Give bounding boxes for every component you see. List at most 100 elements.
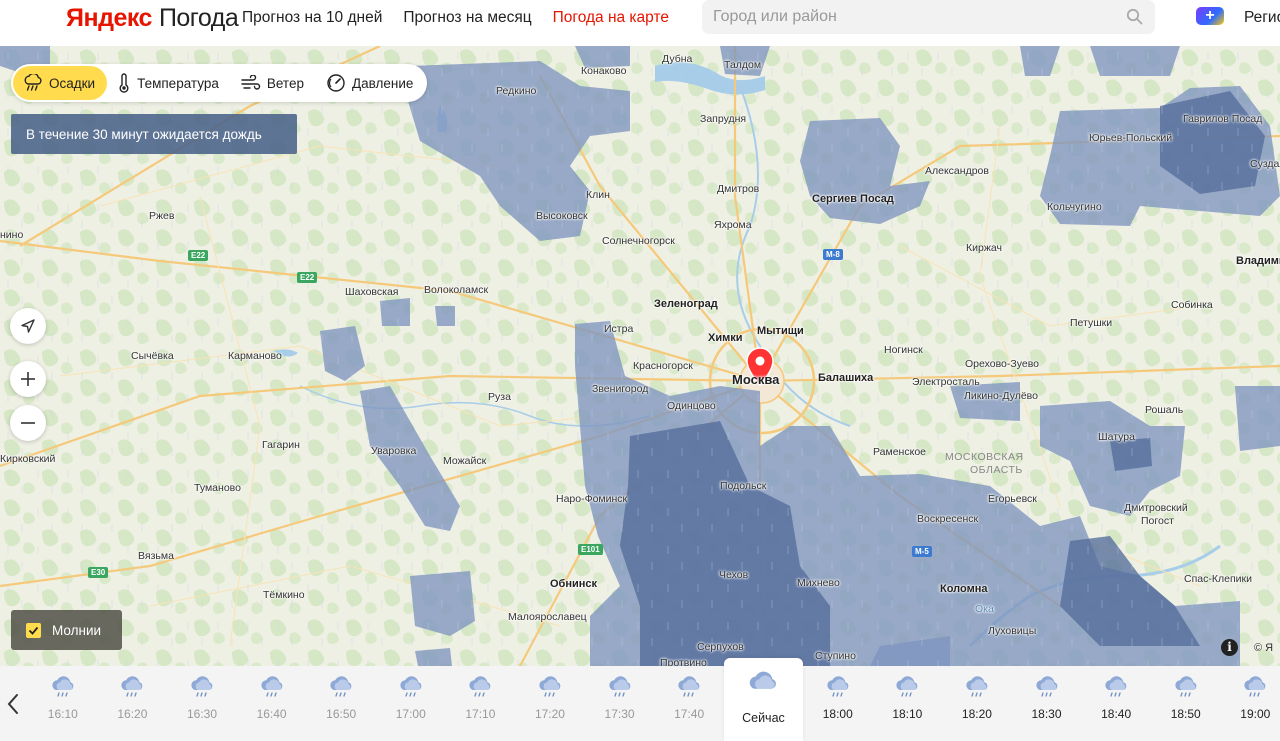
nav-10-days[interactable]: Прогноз на 10 дней xyxy=(242,9,382,27)
timeline-time: 18:00 xyxy=(822,707,853,721)
layer-tab-label: Ветер xyxy=(266,75,304,91)
weather-map[interactable]: Дубна Конаково Талдом Редкино Запрудня К… xyxy=(0,46,1280,666)
map-label: Запрудня xyxy=(700,113,747,125)
zoom-out-button[interactable] xyxy=(10,405,46,441)
map-label: Гаврилов Посад xyxy=(1183,113,1263,125)
map-label: Малоярославец xyxy=(508,611,587,623)
timeline-item[interactable]: 18:50 xyxy=(1151,666,1221,741)
map-label: Александров xyxy=(925,165,989,177)
rain-cloud-icon xyxy=(191,676,213,697)
timeline-item[interactable]: 16:50 xyxy=(306,666,376,741)
timeline-item[interactable]: 17:00 xyxy=(376,666,446,741)
logo-product: Погода xyxy=(158,4,239,32)
timeline-item[interactable]: 17:20 xyxy=(515,666,585,741)
timeline-item-now[interactable]: Сейчас xyxy=(723,658,803,741)
map-label: Ржев xyxy=(149,210,175,222)
map-label: Протвино xyxy=(660,657,707,666)
timeline-item[interactable]: 16:20 xyxy=(98,666,168,741)
map-label: Сычёвка xyxy=(131,350,174,362)
map-label: Москва xyxy=(732,372,780,387)
timeline-time: 18:30 xyxy=(1031,707,1062,721)
yandex-plus-icon[interactable]: + xyxy=(1196,7,1224,25)
rain-cloud-icon xyxy=(52,676,74,697)
timeline-item[interactable]: 16:40 xyxy=(237,666,307,741)
map-label: ОБЛАСТЬ xyxy=(970,464,1023,476)
timeline-item[interactable]: 18:40 xyxy=(1081,666,1151,741)
map-label: Подольск xyxy=(720,480,767,492)
timeline-items: 16:10 16:20 16:30 16:40 16:50 17:00 17:1… xyxy=(28,658,1280,741)
map-label: Наро-Фоминск xyxy=(556,493,628,505)
map-label: Зеленоград xyxy=(654,298,718,310)
map-label: Яхрома xyxy=(714,219,752,231)
timeline-time: 18:50 xyxy=(1170,707,1201,721)
minus-icon xyxy=(21,422,35,424)
timeline-time: 19:00 xyxy=(1240,707,1271,721)
pressure-gauge-icon xyxy=(327,74,345,92)
timeline-prev-button[interactable] xyxy=(0,666,26,741)
region-link[interactable]: Регио xyxy=(1244,9,1280,27)
map-label: Балашиха xyxy=(818,372,874,384)
rain-cloud-icon xyxy=(24,74,42,91)
timeline-time: 18:10 xyxy=(892,707,923,721)
layer-tab-wind[interactable]: Ветер xyxy=(231,66,316,100)
checkbox-checked-icon[interactable] xyxy=(26,622,41,638)
map-label: Уваровка xyxy=(371,445,417,457)
map-label: Чехов xyxy=(719,569,749,581)
timeline-time: 16:40 xyxy=(256,707,287,721)
search-icon[interactable] xyxy=(1126,8,1143,25)
timeline-item[interactable]: 17:30 xyxy=(585,666,655,741)
timeline-time: 16:20 xyxy=(117,707,148,721)
search-input[interactable] xyxy=(713,8,1113,26)
yandex-weather-logo[interactable]: Яндекс Погода xyxy=(66,4,239,33)
zoom-in-button[interactable] xyxy=(10,361,46,397)
road-badge: E30 xyxy=(88,567,109,578)
map-label: Коломна xyxy=(940,583,988,595)
map-label: Вязьма xyxy=(138,550,174,562)
map-label: Дмитровский xyxy=(1124,502,1188,514)
layer-tab-label: Давление xyxy=(351,75,414,91)
layer-tab-pressure[interactable]: Давление xyxy=(316,66,425,100)
map-label: Клин xyxy=(586,189,610,201)
map-label: Руза xyxy=(488,391,511,403)
map-label: Дмитров xyxy=(717,183,760,195)
timeline-item[interactable]: 16:30 xyxy=(167,666,237,741)
map-label: нино xyxy=(0,229,24,241)
map-label: Ока xyxy=(975,603,994,615)
timeline-item[interactable]: 17:10 xyxy=(446,666,516,741)
map-label: Погост xyxy=(1141,515,1174,527)
timeline-time: 17:20 xyxy=(534,707,565,721)
map-label: Тёмкино xyxy=(263,589,305,601)
timeline-item[interactable]: 16:10 xyxy=(28,666,98,741)
map-label: Луховицы xyxy=(988,625,1037,637)
rain-cloud-icon xyxy=(400,676,422,697)
copyright[interactable]: © Я xyxy=(1254,642,1273,654)
timeline-item[interactable]: 18:00 xyxy=(803,666,873,741)
rain-cloud-icon xyxy=(1105,676,1127,697)
rain-cloud-icon xyxy=(1035,676,1057,697)
timeline-item[interactable]: 18:10 xyxy=(873,666,943,741)
map-label: Сергиев Посад xyxy=(812,193,894,205)
map-label: Талдом xyxy=(724,59,762,71)
map-label: Истра xyxy=(604,323,634,335)
map-label: Гагарин xyxy=(262,439,300,451)
map-label: Шатура xyxy=(1098,431,1135,443)
nav-weather-map[interactable]: Погода на карте xyxy=(553,9,669,27)
map-label: Можайск xyxy=(443,455,487,467)
timeline-item[interactable]: 17:40 xyxy=(654,666,724,741)
locate-me-button[interactable] xyxy=(10,308,46,344)
layer-tab-precipitation[interactable]: Осадки xyxy=(13,66,108,100)
nav-month[interactable]: Прогноз на месяц xyxy=(403,9,531,27)
logo-brand: Яндекс xyxy=(66,4,152,32)
map-label: Киржач xyxy=(966,242,1002,254)
lightning-toggle[interactable]: Молнии xyxy=(11,610,122,650)
map-label: Ликино-Дулёво xyxy=(964,390,1038,402)
lightning-label: Молнии xyxy=(52,622,102,638)
timeline-item[interactable]: 18:20 xyxy=(942,666,1012,741)
timeline-item[interactable]: 19:00 xyxy=(1221,666,1280,741)
timeline-item[interactable]: 18:30 xyxy=(1012,666,1082,741)
map-label: Кирковский xyxy=(0,453,56,465)
layer-tab-temperature[interactable]: Температура xyxy=(107,66,231,100)
rain-cloud-icon xyxy=(896,676,918,697)
info-icon[interactable]: i xyxy=(1221,639,1238,656)
layer-tab-label: Температура xyxy=(137,75,219,91)
